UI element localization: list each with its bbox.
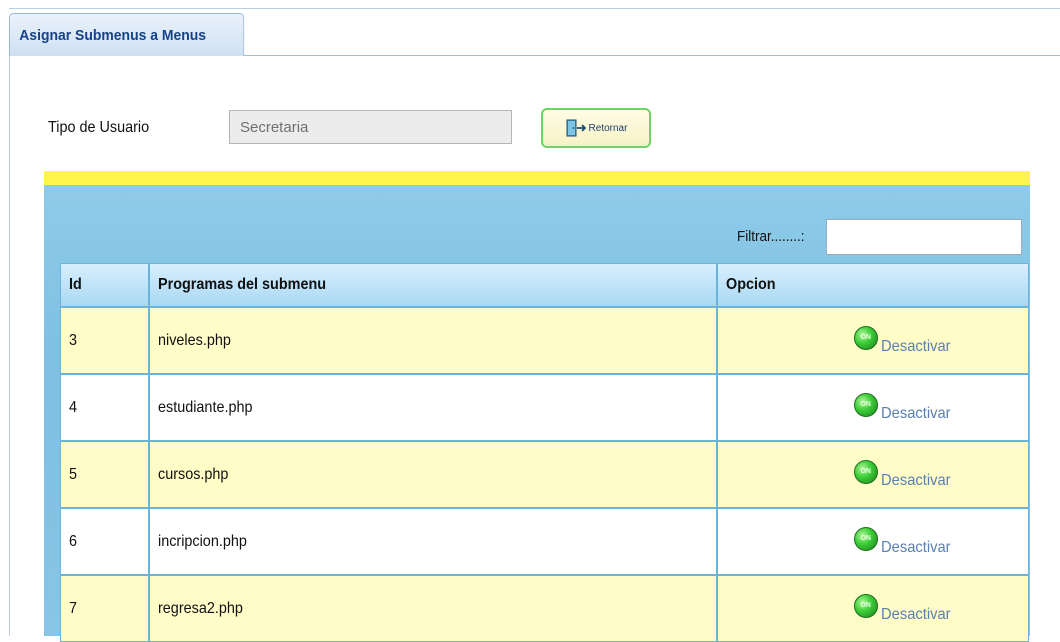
table-row: 3 niveles.php ON Desactivar	[60, 307, 1029, 374]
table-row: 5 cursos.php ON Desactivar	[60, 441, 1029, 508]
deactivate-link[interactable]: Desactivar	[881, 472, 951, 490]
header-program[interactable]: Programas del submenu	[149, 263, 717, 307]
highlight-strip	[44, 171, 1030, 185]
cell-id: 3	[60, 307, 149, 374]
cell-program: incripcion.php	[149, 508, 717, 575]
return-button-label: Retornar	[588, 122, 628, 134]
user-type-label: Tipo de Usuario	[48, 119, 150, 136]
filter-label: Filtrar........:	[737, 228, 805, 245]
table-row: 4 estudiante.php ON Desactivar	[60, 374, 1029, 441]
deactivate-link[interactable]: Desactivar	[881, 338, 951, 356]
cell-program: cursos.php	[149, 441, 717, 508]
cell-option: ON Desactivar	[717, 441, 1029, 508]
user-type-field[interactable]	[229, 110, 512, 144]
left-border	[9, 8, 10, 636]
return-button[interactable]: Retornar	[541, 108, 651, 148]
tab-label: Asignar Submenus a Menus	[19, 26, 207, 44]
deactivate-link[interactable]: Desactivar	[881, 539, 951, 557]
cell-option: ON Desactivar	[717, 575, 1029, 642]
cell-program: estudiante.php	[149, 374, 717, 441]
table-row: 7 regresa2.php ON Desactivar	[60, 575, 1029, 642]
cell-program: niveles.php	[149, 307, 717, 374]
on-icon[interactable]: ON	[853, 459, 878, 484]
deactivate-link[interactable]: Desactivar	[881, 405, 951, 423]
cell-id: 5	[60, 441, 149, 508]
on-icon[interactable]: ON	[853, 526, 878, 551]
deactivate-link[interactable]: Desactivar	[881, 606, 951, 624]
table-row: 6 incripcion.php ON Desactivar	[60, 508, 1029, 575]
submenu-table: Id Programas del submenu Opcion 3 nivele…	[60, 263, 1029, 642]
header-option[interactable]: Opcion	[717, 263, 1029, 307]
cell-option: ON Desactivar	[717, 374, 1029, 441]
on-icon[interactable]: ON	[853, 593, 878, 618]
cell-option: ON Desactivar	[717, 307, 1029, 374]
cell-option: ON Desactivar	[717, 508, 1029, 575]
cell-id: 4	[60, 374, 149, 441]
header-id[interactable]: Id	[60, 263, 149, 307]
on-icon[interactable]: ON	[853, 392, 878, 417]
filter-input[interactable]	[826, 219, 1022, 255]
door-exit-icon	[566, 119, 586, 137]
cell-id: 7	[60, 575, 149, 642]
table-header-row: Id Programas del submenu Opcion	[60, 263, 1029, 307]
on-icon[interactable]: ON	[853, 325, 878, 350]
cell-id: 6	[60, 508, 149, 575]
tab-asignar-submenus[interactable]: Asignar Submenus a Menus	[9, 13, 245, 56]
cell-program: regresa2.php	[149, 575, 717, 642]
